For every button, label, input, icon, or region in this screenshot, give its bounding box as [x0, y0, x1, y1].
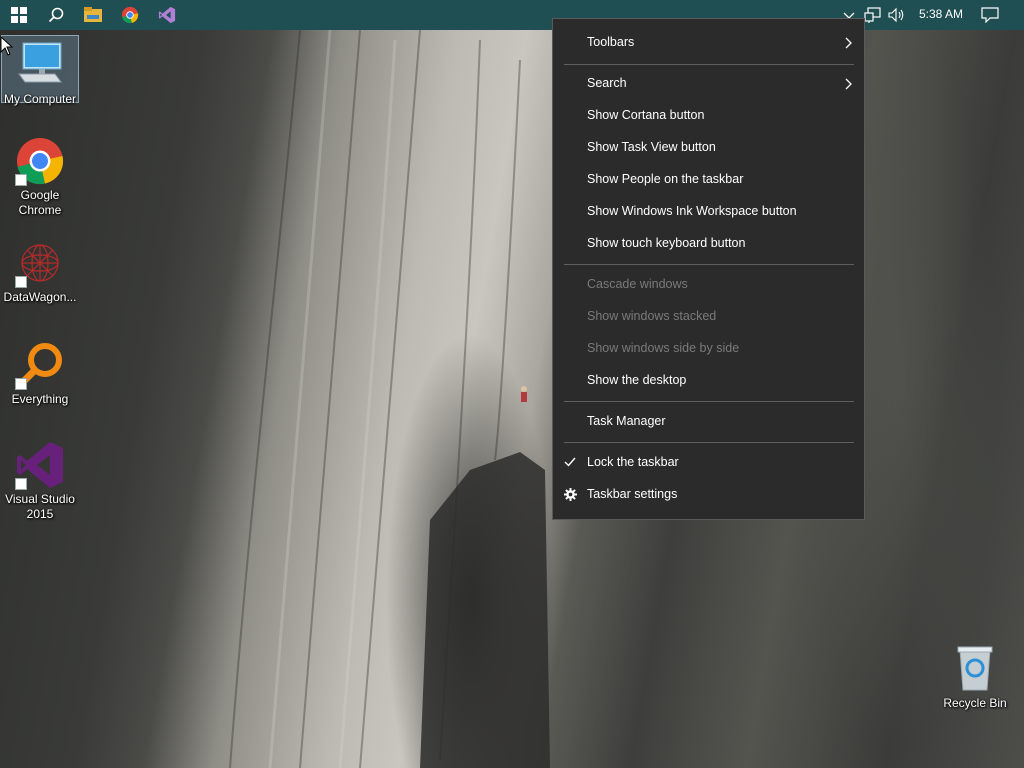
menu-item-show-windows-ink[interactable]: Show Windows Ink Workspace button	[553, 196, 864, 228]
computer-icon	[15, 40, 65, 90]
desktop-icon-label: My Computer	[3, 92, 77, 106]
menu-item-toolbars[interactable]: Toolbars	[553, 27, 864, 59]
datawagon-icon	[15, 238, 65, 288]
taskbar: 5:38 AM	[0, 0, 1024, 30]
menu-item-lock-the-taskbar[interactable]: Lock the taskbar	[553, 447, 864, 479]
search-button[interactable]	[37, 0, 74, 30]
checkmark-icon	[564, 457, 576, 467]
menu-item-label: Taskbar settings	[587, 487, 678, 501]
menu-separator	[564, 442, 854, 443]
chrome-icon	[15, 136, 65, 186]
menu-item-cascade-windows: Cascade windows	[553, 269, 864, 301]
visual-studio-icon	[15, 440, 65, 490]
file-explorer-icon	[83, 7, 102, 22]
desktop-icon-label: Visual Studio 2015	[5, 492, 75, 521]
menu-separator	[564, 401, 854, 402]
desktop-wallpaper	[0, 0, 1024, 768]
gear-icon	[564, 488, 577, 501]
menu-item-label: Show Cortana button	[587, 108, 705, 122]
desktop-icon-visual-studio-2015[interactable]: Visual Studio 2015	[1, 440, 79, 522]
menu-item-show-cortana-button[interactable]: Show Cortana button	[553, 100, 864, 132]
chevron-right-icon	[845, 37, 852, 49]
menu-item-show-task-view-button[interactable]: Show Task View button	[553, 132, 864, 164]
file-explorer-button[interactable]	[74, 0, 111, 30]
shortcut-arrow-icon	[15, 174, 27, 186]
desktop-icon-datawagon[interactable]: DataWagon...	[1, 238, 79, 305]
menu-separator	[564, 264, 854, 265]
volume-button[interactable]	[888, 0, 906, 30]
menu-separator	[564, 64, 854, 65]
network-button[interactable]	[864, 0, 882, 30]
menu-item-show-windows-stacked: Show windows stacked	[553, 301, 864, 333]
menu-item-label: Show touch keyboard button	[587, 236, 746, 250]
menu-item-show-people[interactable]: Show People on the taskbar	[553, 164, 864, 196]
action-center-icon	[981, 7, 999, 23]
shortcut-arrow-icon	[15, 478, 27, 490]
chrome-icon	[121, 6, 138, 24]
menu-item-label: Show windows stacked	[587, 309, 717, 323]
taskbar-clock[interactable]: 5:38 AM	[913, 7, 969, 21]
start-icon	[10, 7, 27, 23]
menu-item-search[interactable]: Search	[553, 68, 864, 100]
menu-item-label: Show Task View button	[587, 140, 716, 154]
shortcut-arrow-icon	[15, 276, 27, 288]
menu-item-show-windows-side-by-side: Show windows side by side	[553, 333, 864, 365]
menu-item-show-touch-keyboard[interactable]: Show touch keyboard button	[553, 228, 864, 260]
menu-item-task-manager[interactable]: Task Manager	[553, 406, 864, 438]
search-icon	[48, 7, 63, 23]
visual-studio-taskbar-button[interactable]	[148, 0, 185, 30]
desktop-icon-label: DataWagon...	[3, 290, 77, 304]
menu-item-label: Show Windows Ink Workspace button	[587, 204, 797, 218]
menu-item-label: Show the desktop	[587, 373, 687, 387]
chevron-right-icon	[845, 78, 852, 90]
action-center-button[interactable]	[981, 0, 999, 30]
desktop-icon-label: Google Chrome	[18, 188, 62, 217]
desktop-icon-recycle-bin[interactable]: Recycle Bin	[936, 644, 1014, 711]
shortcut-arrow-icon	[15, 378, 27, 390]
network-icon	[864, 7, 881, 23]
taskbar-context-menu: Toolbars Search Show Cortana button Show…	[552, 18, 865, 520]
everything-icon	[15, 340, 65, 390]
desktop-icon-label: Recycle Bin	[943, 696, 1007, 710]
menu-item-label: Search	[587, 76, 627, 90]
menu-item-show-the-desktop[interactable]: Show the desktop	[553, 365, 864, 397]
desktop-icon-label: Everything	[11, 392, 69, 406]
visual-studio-icon	[158, 6, 175, 24]
start-button[interactable]	[0, 0, 37, 30]
chrome-taskbar-button[interactable]	[111, 0, 148, 30]
recycle-bin-icon	[950, 644, 1000, 694]
desktop-icon-google-chrome[interactable]: Google Chrome	[1, 136, 79, 218]
volume-icon	[888, 7, 904, 23]
desktop-icon-everything[interactable]: Everything	[1, 340, 79, 407]
menu-item-label: Lock the taskbar	[587, 455, 679, 469]
menu-item-label: Task Manager	[587, 414, 666, 428]
mouse-cursor-icon	[0, 36, 14, 56]
menu-item-label: Show windows side by side	[587, 341, 740, 355]
menu-item-taskbar-settings[interactable]: Taskbar settings	[553, 479, 864, 511]
menu-item-label: Toolbars	[587, 35, 635, 49]
menu-item-label: Show People on the taskbar	[587, 172, 744, 186]
menu-item-label: Cascade windows	[587, 277, 688, 291]
